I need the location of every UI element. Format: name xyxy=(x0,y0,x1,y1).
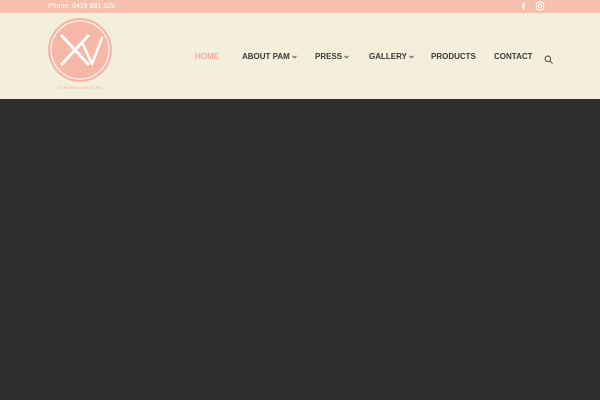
logo-mark-icon xyxy=(50,20,110,80)
nav-item-home[interactable]: HOME xyxy=(195,51,219,63)
nav-item-press[interactable]: PRESS xyxy=(315,51,349,63)
nav-item-contact[interactable]: CONTACT xyxy=(494,51,533,63)
logo-caption: XTREME LENGTHS xyxy=(57,85,103,90)
nav-item-label: HOME xyxy=(195,52,219,61)
top-bar: Phone: 0418 881 329 xyxy=(0,0,600,13)
instagram-icon[interactable] xyxy=(535,1,545,11)
nav-item-gallery[interactable]: GALLERY xyxy=(369,51,414,63)
nav-item-label: ABOUT PAM xyxy=(242,52,290,61)
nav-item-label: GALLERY xyxy=(369,52,407,61)
nav-item-label: PRODUCTS xyxy=(431,52,476,61)
search-button[interactable] xyxy=(544,51,553,64)
nav-item-label: PRESS xyxy=(315,52,343,61)
site-header: XTREME LENGTHS HOME ABOUT PAM PRESS GALL… xyxy=(0,13,600,99)
search-icon xyxy=(544,55,553,64)
facebook-icon[interactable] xyxy=(519,1,529,11)
chevron-down-icon xyxy=(292,55,297,59)
hero-banner xyxy=(0,99,600,400)
nav-item-products[interactable]: PRODUCTS xyxy=(431,51,476,63)
main-navigation: HOME ABOUT PAM PRESS GALLERY PRODUCTS CO… xyxy=(0,51,600,63)
chevron-down-icon xyxy=(409,55,414,59)
chevron-down-icon xyxy=(344,55,349,59)
logo[interactable] xyxy=(48,18,112,82)
phone-number: Phone: 0418 881 329 xyxy=(48,3,115,10)
nav-item-about-pam[interactable]: ABOUT PAM xyxy=(242,51,297,63)
nav-item-label: CONTACT xyxy=(494,52,533,61)
